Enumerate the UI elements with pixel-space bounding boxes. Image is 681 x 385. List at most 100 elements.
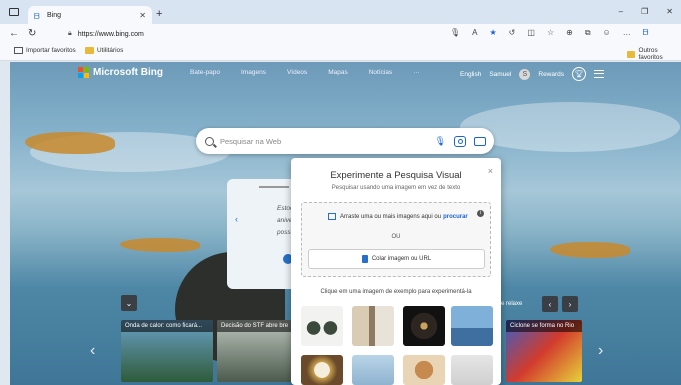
tab-bing[interactable]: ᗷ Bing ✕ [28,6,152,24]
favorite-label: Utilitários [97,47,124,54]
nav-maps[interactable]: Mapas [328,69,348,76]
example-food[interactable] [403,306,445,346]
search-input[interactable]: Pesquisar na Web [220,137,435,146]
bing-header-right: English Samuel S Rewards 🏆︎ [460,67,605,81]
microsoft-logo-icon [78,67,89,78]
rewards-link[interactable]: Rewards [538,71,564,78]
news-card-caption: Onda de calor: como ficará... [121,320,213,332]
restore-button[interactable]: ❐ [641,7,648,16]
seaweed [550,242,630,258]
extensions-icon[interactable]: ⧉ [585,28,591,38]
nav-more[interactable]: ··· [413,69,420,76]
visual-search-icon[interactable] [454,135,466,147]
example-sunglasses[interactable] [301,306,343,346]
nav-news[interactable]: Notícias [369,69,392,76]
search-icon [205,136,214,146]
nav-chat[interactable]: Bate-papo [190,69,220,76]
news-card[interactable]: Decisão do STF abre bre [217,320,297,382]
carousel-handle [259,186,289,188]
news-card-caption: Decisão do STF abre bre [217,320,297,332]
other-favorites[interactable]: Outros favoritos [627,47,681,61]
profile-icon[interactable]: ☺ [603,28,611,38]
tab-title: Bing [47,11,62,19]
favorites-icon[interactable]: ☆ [547,28,554,38]
language-link[interactable]: English [460,71,481,78]
collections-icon[interactable]: ⊕ [566,28,573,38]
refresh-page-icon[interactable]: ↺ [509,28,516,38]
bing-homepage: Microsoft Bing Bate-papo Imagens Vídeos … [10,62,681,385]
news-card-caption: Ciclone se forma no Rio [506,320,582,332]
new-tab-button[interactable]: + [156,8,162,20]
bing-chat-icon[interactable]: ᗷ [643,28,649,38]
address-bar-row: ← ↻ 🔒︎ https://www.bing.com 🎙︎ A ★ ↺ ◫ ☆… [0,24,681,44]
popup-subtitle: Pesquisar usando uma imagem em vez de te… [331,185,461,191]
close-window-button[interactable]: ✕ [666,7,673,16]
example-dog[interactable] [403,355,445,385]
bing-nav: Bate-papo Imagens Vídeos Mapas Notícias … [190,69,420,76]
strip-label[interactable]: e relaxe [501,301,522,307]
import-icon [14,47,23,54]
address-bar[interactable]: 🔒︎ https://www.bing.com [60,27,510,41]
rewards-trophy-icon[interactable]: 🏆︎ [572,67,587,81]
other-favorites-label: Outros favoritos [638,47,663,61]
image-icon [328,213,336,220]
nav-images[interactable]: Imagens [241,69,266,76]
window-controls: – ❐ ✕ [619,7,673,16]
favorite-utilitarios[interactable]: Utilitários [85,47,123,54]
bing-logo[interactable]: Microsoft Bing [78,67,163,78]
favorite-star-icon[interactable]: ★ [490,28,497,38]
strip-prev-button[interactable]: ‹ [542,296,558,312]
drag-instructions: Arraste uma ou mais imagens aqui ou proc… [328,213,468,220]
example-flower[interactable] [301,355,343,385]
tab-close-icon[interactable]: ✕ [139,11,146,20]
more-menu-icon[interactable]: … [623,28,631,38]
drag-text: Arraste uma ou mais imagens aqui ou [340,213,442,220]
carousel-prev-icon[interactable]: ‹ [235,214,238,224]
tab-bar: ᗷ Bing ✕ + – ❐ ✕ [0,0,681,24]
favorite-import[interactable]: Importar favoritos [14,47,76,54]
page-next-arrow-icon[interactable]: › [598,342,603,360]
minimize-button[interactable]: – [619,7,623,16]
strip-collapse-button[interactable]: ⌄ [121,295,137,311]
tab-actions-icon[interactable] [9,8,19,16]
example-sky[interactable] [352,355,394,385]
url-text: https://www.bing.com [77,30,144,38]
refresh-button[interactable]: ↻ [28,28,36,39]
mic-icon[interactable]: 🎙︎ [450,28,460,38]
paste-image-button[interactable]: Colar imagem ou URL [308,249,485,269]
page-prev-arrow-icon[interactable]: ‹ [90,342,95,360]
read-aloud-icon[interactable]: A [472,28,477,38]
user-name[interactable]: Samuel [489,71,511,78]
favorite-label: Importar favoritos [26,47,76,54]
seaweed [120,238,200,252]
example-hint: Clique em uma imagem de exemplo para exp… [320,289,472,295]
visual-search-popup: × Experimente a Pesquisa Visual Pesquisa… [291,158,501,385]
news-card[interactable]: Ciclone se forma no Rio [506,320,582,382]
news-card[interactable]: Onda de calor: como ficará... [121,320,213,382]
folder-icon [85,47,94,54]
bing-header: Microsoft Bing Bate-papo Imagens Vídeos … [10,62,681,84]
logo-text: Microsoft Bing [93,67,163,78]
example-opera-house[interactable] [451,306,493,346]
strip-next-button[interactable]: › [562,296,578,312]
favorites-bar: Importar favoritos Utilitários Outros fa… [0,44,681,61]
bing-favicon-icon: ᗷ [34,11,40,21]
browse-link[interactable]: procurar [443,214,468,220]
example-interior[interactable] [352,306,394,346]
keyboard-icon[interactable] [474,136,486,146]
or-separator: OU [391,234,401,240]
search-box[interactable]: Pesquisar na Web 🎙︎ [196,128,494,154]
split-screen-icon[interactable]: ◫ [527,28,535,38]
lock-icon: 🔒︎ [68,30,72,37]
back-button[interactable]: ← [9,28,19,39]
hamburger-menu-icon[interactable] [594,70,605,78]
nav-videos[interactable]: Vídeos [287,69,307,76]
clipboard-icon [361,255,368,263]
folder-icon [627,50,636,58]
drop-zone[interactable]: Arraste uma ou mais imagens aqui ou proc… [301,202,491,277]
paste-label: Colar imagem ou URL [371,256,432,262]
voice-search-icon[interactable]: 🎙︎ [435,136,446,147]
example-object[interactable] [451,355,493,385]
avatar[interactable]: S [519,68,531,80]
info-icon[interactable]: i [477,210,484,217]
